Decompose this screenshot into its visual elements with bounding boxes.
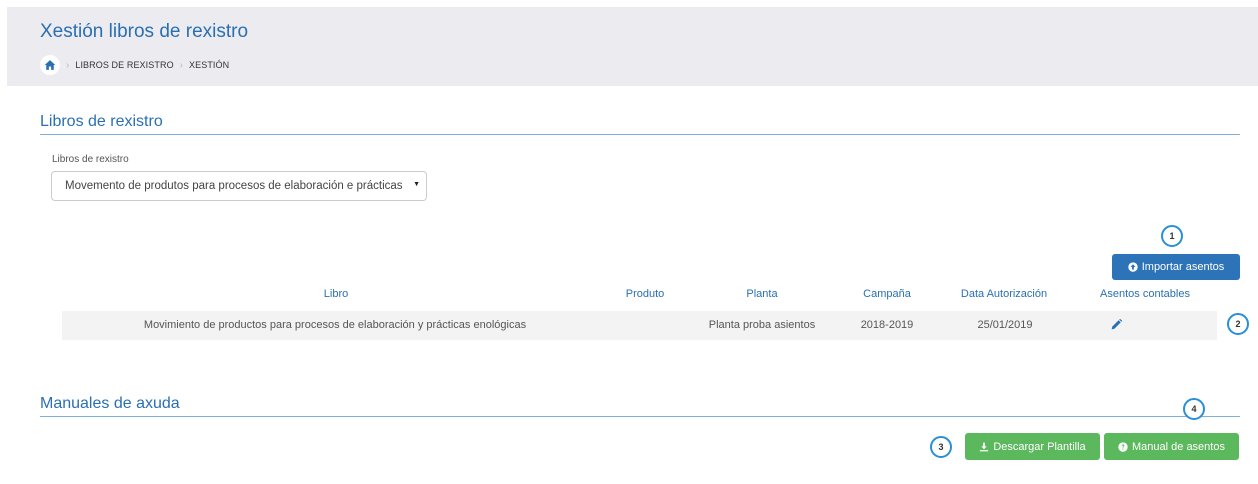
breadcrumb-item-libros[interactable]: LIBROS DE REXISTRO — [75, 60, 173, 70]
upload-circle-icon — [1128, 262, 1138, 272]
section-title-libros: Libros de rexistro — [40, 113, 163, 130]
question-circle-icon — [1118, 441, 1128, 452]
callout-4: 4 — [1183, 398, 1205, 420]
section-title-manuales: Manuales de axuda — [40, 395, 180, 412]
column-header-produto[interactable]: Produto — [615, 288, 675, 300]
page-title: Xestión libros de rexistro — [40, 21, 249, 42]
chevron-right-icon: › — [179, 59, 184, 71]
callout-2: 2 — [1227, 313, 1249, 335]
section-divider — [40, 416, 1240, 417]
caret-down-icon: ▼ — [413, 181, 420, 188]
callout-1: 1 — [1161, 225, 1183, 247]
column-header-campana[interactable]: Campaña — [855, 288, 919, 300]
manual-button[interactable]: Manual de asentos — [1104, 433, 1239, 460]
cell-planta: Planta proba asientos — [708, 319, 816, 331]
home-icon[interactable] — [40, 55, 60, 75]
cell-libro: Movimiento de productos para procesos de… — [143, 319, 527, 331]
cell-data-autorizacion: 25/01/2019 — [977, 319, 1033, 331]
column-header-data-autorizacion[interactable]: Data Autorización — [945, 288, 1063, 300]
download-icon — [980, 442, 989, 451]
page-header: Xestión libros de rexistro › LIBROS DE R… — [7, 7, 1258, 86]
chevron-right-icon: › — [66, 59, 70, 71]
select-label: Libros de rexistro — [52, 154, 129, 165]
section-divider — [40, 134, 1240, 135]
pencil-icon[interactable] — [1110, 318, 1123, 331]
manual-label: Manual de asentos — [1132, 440, 1225, 453]
libro-select-value: Movemento de produtos para procesos de e… — [65, 180, 405, 192]
cell-campana: 2018-2019 — [860, 319, 914, 331]
import-entries-label: Importar asentos — [1141, 261, 1225, 273]
download-template-button[interactable]: Descargar Plantilla — [965, 433, 1100, 460]
breadcrumb: › LIBROS DE REXISTRO › XESTIÓN — [40, 55, 229, 75]
import-entries-button[interactable]: Importar asentos — [1112, 254, 1240, 280]
download-template-label: Descargar Plantilla — [993, 440, 1086, 453]
breadcrumb-item-xestion: XESTIÓN — [189, 60, 230, 70]
column-header-planta[interactable]: Planta — [730, 288, 794, 300]
libro-select[interactable]: Movemento de produtos para procesos de e… — [51, 171, 427, 201]
column-header-asentos[interactable]: Asentos contables — [1085, 288, 1205, 300]
callout-3: 3 — [930, 436, 952, 458]
column-header-libro[interactable]: Libro — [300, 288, 372, 300]
